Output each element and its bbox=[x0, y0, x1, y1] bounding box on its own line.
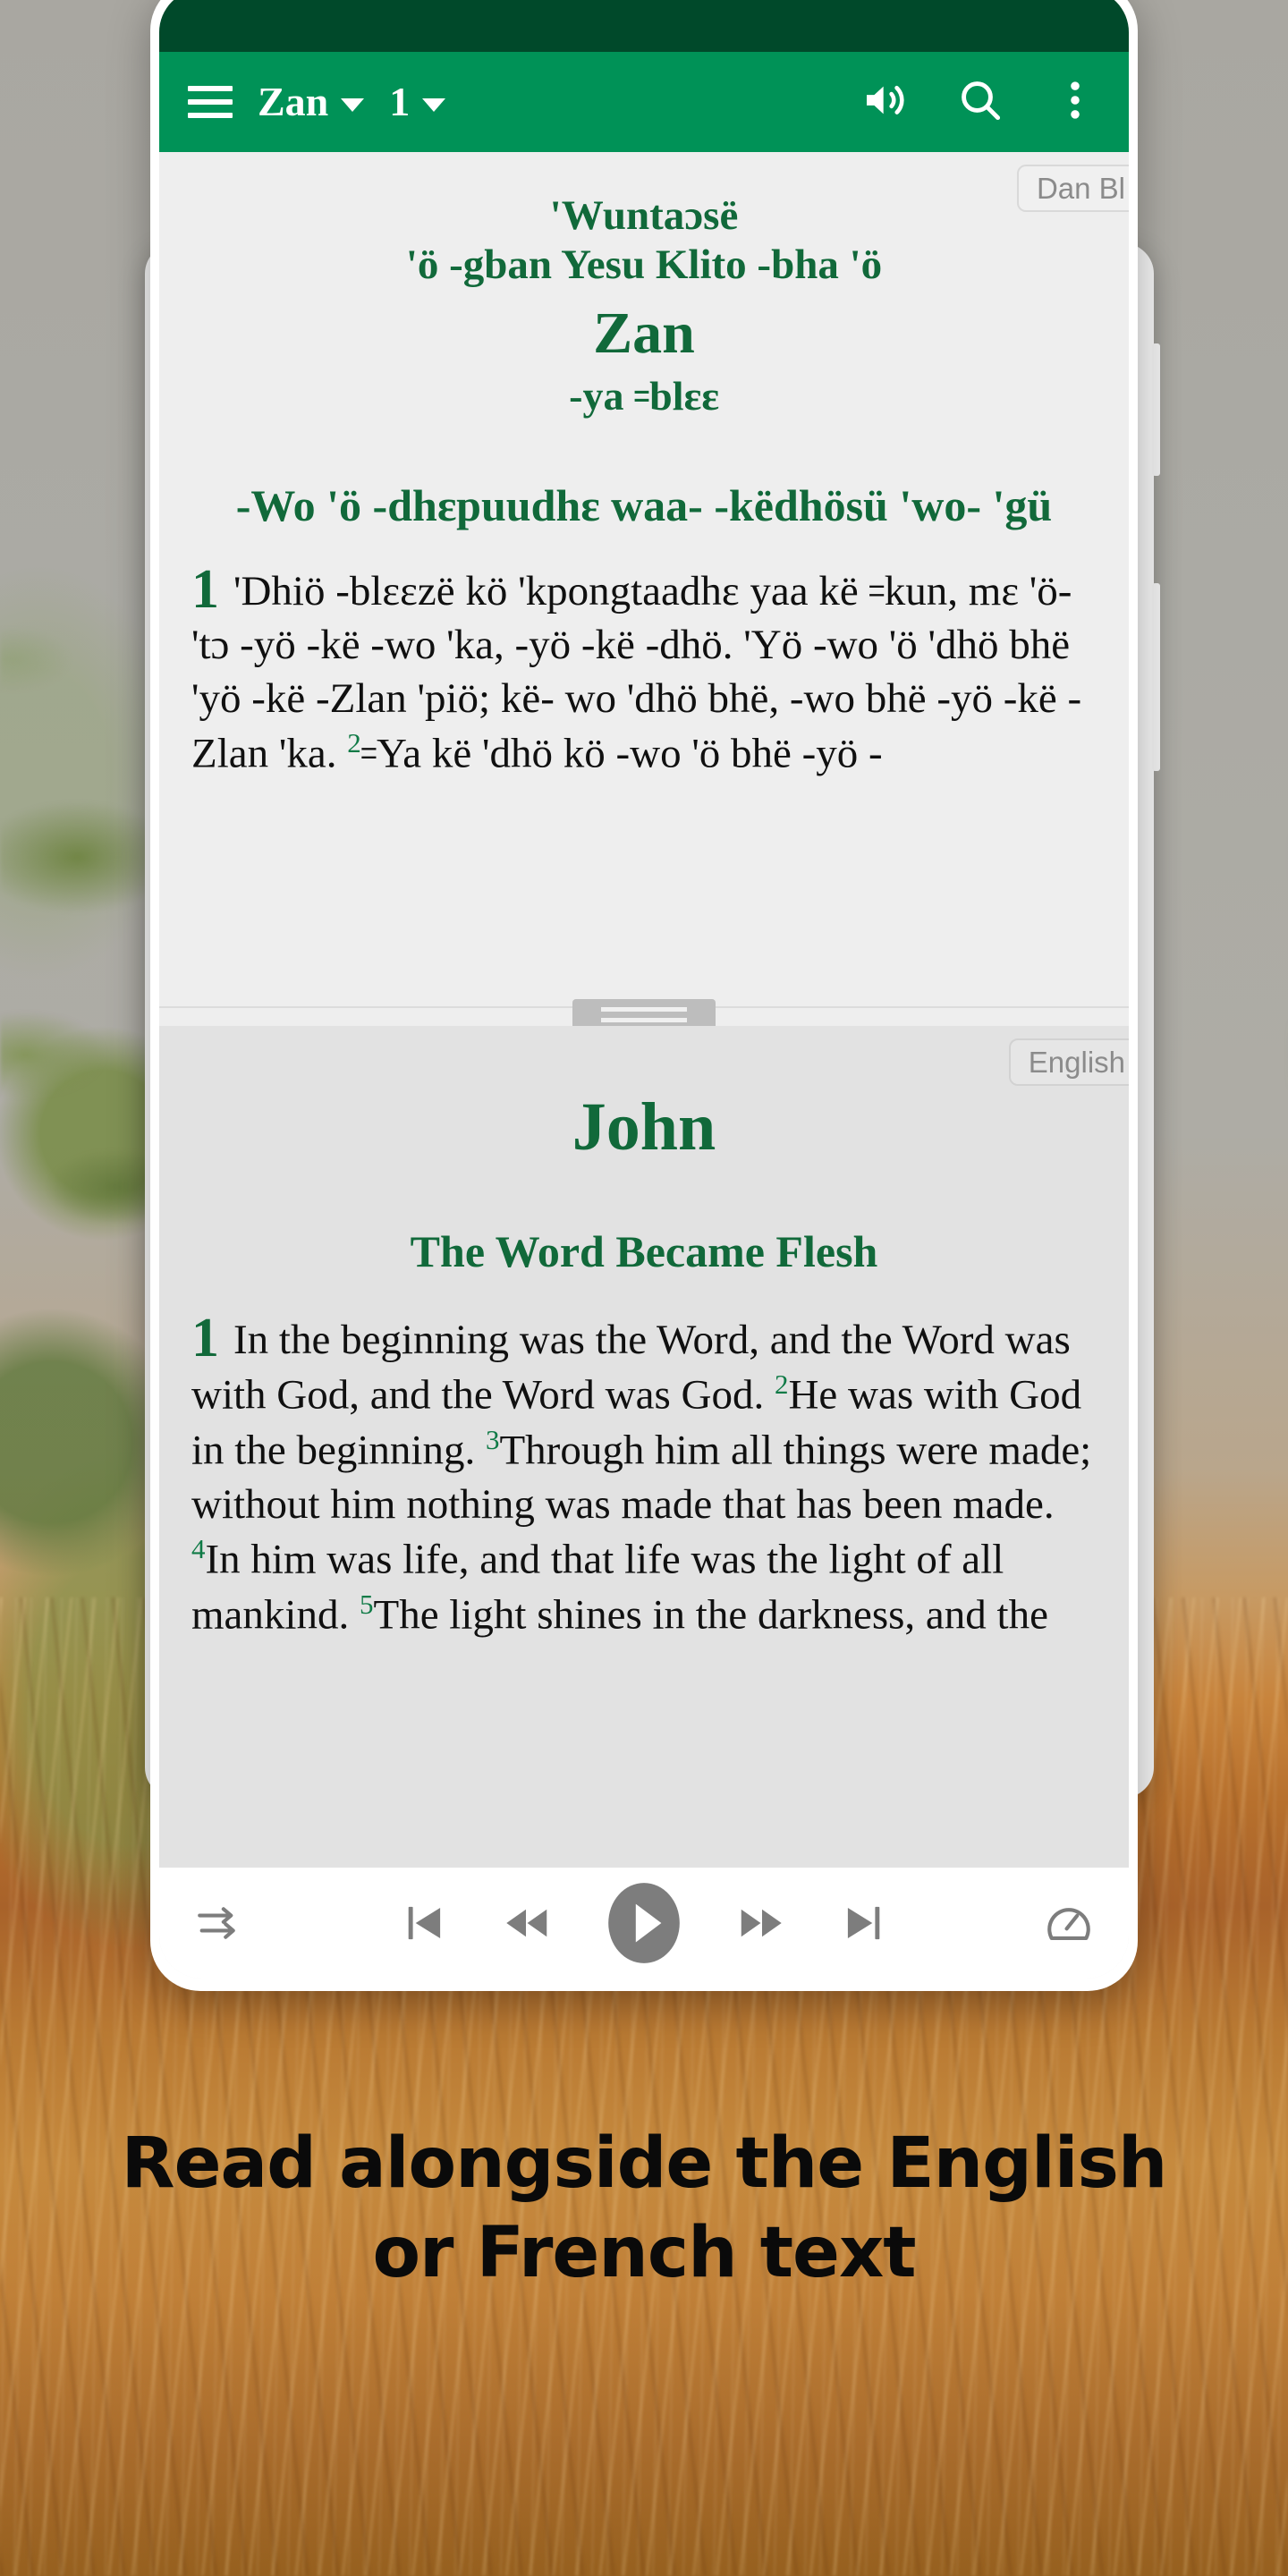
top-book-subtitle: -ya ꞊blɛɛ bbox=[569, 372, 719, 419]
book-selector[interactable]: Zan bbox=[258, 79, 365, 124]
phone-screen: Zan 1 Dan Bl 'Wuntaɔsë 'ö -gban Yesu Kli… bbox=[159, 0, 1129, 1979]
bottom-verse-number-1: 1 bbox=[191, 1308, 219, 1368]
top-book-title: Zan bbox=[593, 301, 695, 367]
top-scripture-pane[interactable]: Dan Bl 'Wuntaɔsë 'ö -gban Yesu Klito -bh… bbox=[159, 152, 1129, 1006]
bottom-language-badge[interactable]: English bbox=[1008, 1038, 1129, 1086]
bottom-book-title: John bbox=[572, 1089, 716, 1165]
search-icon[interactable] bbox=[955, 75, 1005, 130]
bottom-scripture-content: John The Word Became Flesh bbox=[159, 1026, 1129, 1277]
bottom-verse-text-5: The light shines in the darkness, and th… bbox=[373, 1591, 1048, 1639]
book-selector-label: Zan bbox=[258, 79, 329, 124]
app-bar: Zan 1 bbox=[159, 52, 1129, 152]
sync-arrows-icon[interactable] bbox=[193, 1897, 245, 1949]
top-verse-number-1: 1 bbox=[191, 558, 219, 620]
fast-forward-icon[interactable] bbox=[734, 1895, 790, 1951]
hamburger-menu-icon[interactable] bbox=[188, 86, 233, 118]
top-heading-line1: 'Wuntaɔsë bbox=[549, 192, 739, 239]
top-verse-number-2: 2 bbox=[347, 727, 361, 759]
more-vertical-icon[interactable] bbox=[1050, 75, 1100, 130]
top-scripture-content: 'Wuntaɔsë 'ö -gban Yesu Klito -bha 'ö Za… bbox=[159, 152, 1129, 532]
chevron-down-icon bbox=[422, 97, 446, 112]
bottom-verse-number-2: 2 bbox=[774, 1368, 789, 1401]
speaker-volume-icon[interactable] bbox=[860, 75, 911, 130]
skip-previous-icon[interactable] bbox=[396, 1895, 452, 1951]
pane-divider bbox=[159, 999, 1129, 1030]
top-verse-text-2: ꞊Ya kë 'dhö kö -wo 'ö bhë -yö - bbox=[360, 731, 883, 778]
top-heading-line2: 'ö -gban Yesu Klito -bha 'ö bbox=[405, 241, 883, 288]
bottom-verse-number-4: 4 bbox=[191, 1532, 206, 1564]
rewind-icon[interactable] bbox=[498, 1895, 554, 1951]
skip-next-icon[interactable] bbox=[836, 1895, 892, 1951]
chapter-selector-label: 1 bbox=[389, 79, 411, 124]
volume-button bbox=[1152, 343, 1160, 476]
bottom-verse-number-5: 5 bbox=[359, 1588, 374, 1620]
bottom-verse-number-3: 3 bbox=[485, 1423, 500, 1455]
bottom-scripture-pane[interactable]: English John The Word Became Flesh 1 In t… bbox=[159, 1026, 1129, 1868]
power-button bbox=[1152, 583, 1160, 771]
top-language-badge[interactable]: Dan Bl bbox=[1016, 165, 1129, 212]
chapter-selector[interactable]: 1 bbox=[389, 79, 446, 124]
play-icon[interactable] bbox=[600, 1879, 688, 1967]
phone-frame: Zan 1 Dan Bl 'Wuntaɔsë 'ö -gban Yesu Kli… bbox=[150, 0, 1138, 1991]
playback-speed-gauge-icon[interactable] bbox=[1043, 1897, 1095, 1949]
bottom-verse-body: 1 In the beginning was the Word, and the … bbox=[159, 1277, 1129, 1642]
bottom-section-heading: The Word Became Flesh bbox=[410, 1226, 878, 1276]
chevron-down-icon bbox=[341, 97, 365, 112]
top-section-heading: -Wo 'ö -dhɛpuudhɛ waa- -këdhösü 'wo- 'gü bbox=[235, 479, 1053, 530]
top-verse-body: 1 'Dhiö -blɛɛzë kö 'kpongtaadhɛ yaa kë ꞊k… bbox=[159, 532, 1129, 781]
audio-player-bar bbox=[159, 1868, 1129, 1979]
promo-caption: Read alongside the English or French tex… bbox=[121, 2123, 1168, 2293]
pane-resize-handle[interactable] bbox=[572, 999, 716, 1030]
status-bar bbox=[159, 0, 1129, 52]
